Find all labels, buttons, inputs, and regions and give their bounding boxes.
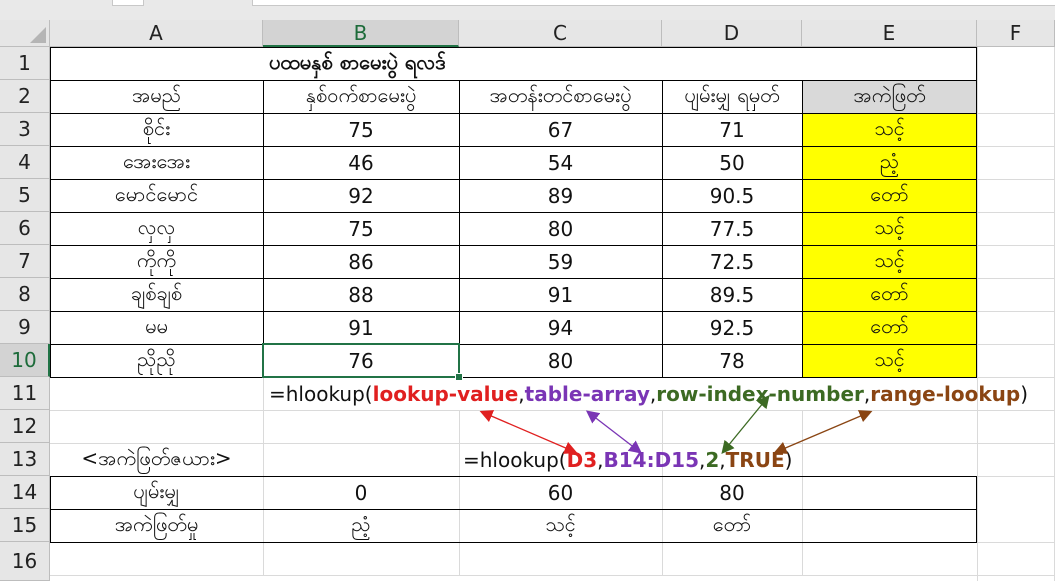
- tab-strip: [0, 0, 1055, 21]
- arrow-row-index: [721, 394, 770, 455]
- arrow-lookup-value: [479, 410, 578, 454]
- annotation-arrows: [479, 394, 873, 455]
- arrow-range-lookup: [773, 410, 873, 454]
- spreadsheet-grid: A B C D E F 1 2 3 4 5 6 7 8 9 10 11 12 1…: [0, 20, 1055, 581]
- arrow-table-array: [585, 410, 643, 454]
- tab[interactable]: [252, 0, 1055, 6]
- tab[interactable]: [112, 0, 144, 6]
